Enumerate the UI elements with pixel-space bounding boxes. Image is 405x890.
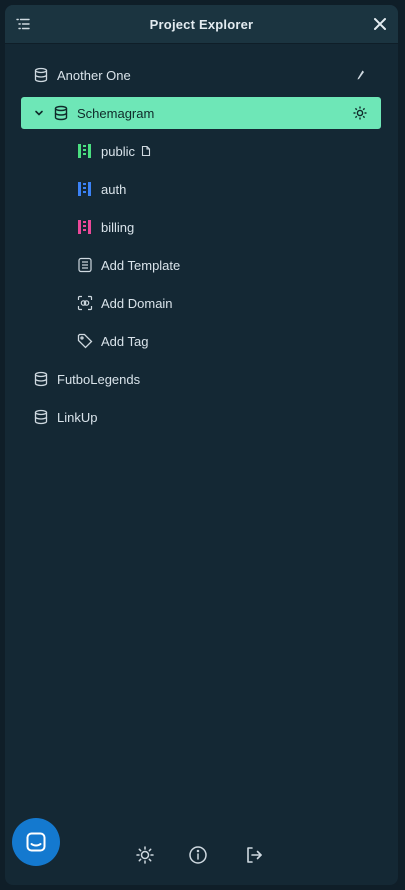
page-title: Project Explorer xyxy=(149,16,254,32)
add-template-button[interactable]: Add Template xyxy=(77,249,377,281)
database-icon xyxy=(34,371,48,387)
schema-table-icon xyxy=(78,220,91,234)
menu-icon[interactable] xyxy=(15,16,31,32)
edit-icon[interactable] xyxy=(352,67,368,83)
tag-icon xyxy=(77,333,93,349)
schema-label: billing xyxy=(101,219,135,235)
chat-launcher-button[interactable] xyxy=(12,818,60,866)
database-icon xyxy=(54,105,68,121)
add-domain-button[interactable]: Add Domain xyxy=(77,287,377,319)
schema-item-public[interactable]: public xyxy=(77,135,377,167)
theme-sun-icon[interactable] xyxy=(135,845,155,865)
add-tag-button[interactable]: Add Tag xyxy=(77,325,377,357)
project-label: LinkUp xyxy=(57,409,98,425)
template-icon xyxy=(78,257,92,273)
domain-icon xyxy=(77,295,93,311)
schema-label: auth xyxy=(101,181,127,197)
schema-item-billing[interactable]: billing xyxy=(77,211,377,243)
add-domain-label: Add Domain xyxy=(101,295,173,311)
project-label: Schemagram xyxy=(77,105,155,121)
add-tag-label: Add Tag xyxy=(101,333,149,349)
close-icon[interactable] xyxy=(373,17,387,31)
schema-item-auth[interactable]: auth xyxy=(77,173,377,205)
database-icon xyxy=(34,67,48,83)
database-icon xyxy=(34,409,48,425)
project-label: Another One xyxy=(57,67,131,83)
document-icon[interactable] xyxy=(140,145,152,157)
chevron-down-icon[interactable] xyxy=(33,107,45,119)
panel-header: Project Explorer xyxy=(5,5,398,44)
project-item-futbolegends[interactable]: FutboLegends xyxy=(21,363,381,395)
chat-icon xyxy=(26,832,46,852)
schema-label: public xyxy=(101,143,135,159)
schema-table-icon xyxy=(78,144,91,158)
project-item-another-one[interactable]: Another One xyxy=(21,59,381,91)
settings-gear-icon[interactable] xyxy=(352,105,368,121)
info-icon[interactable] xyxy=(188,845,208,865)
add-template-label: Add Template xyxy=(101,257,181,273)
schema-table-icon xyxy=(78,182,91,196)
project-item-schemagram[interactable]: Schemagram xyxy=(21,97,381,129)
project-label: FutboLegends xyxy=(57,371,141,387)
logout-icon[interactable] xyxy=(244,845,264,865)
project-item-linkup[interactable]: LinkUp xyxy=(21,401,381,433)
project-explorer-panel: Project Explorer Another One Schemagram xyxy=(5,5,398,885)
